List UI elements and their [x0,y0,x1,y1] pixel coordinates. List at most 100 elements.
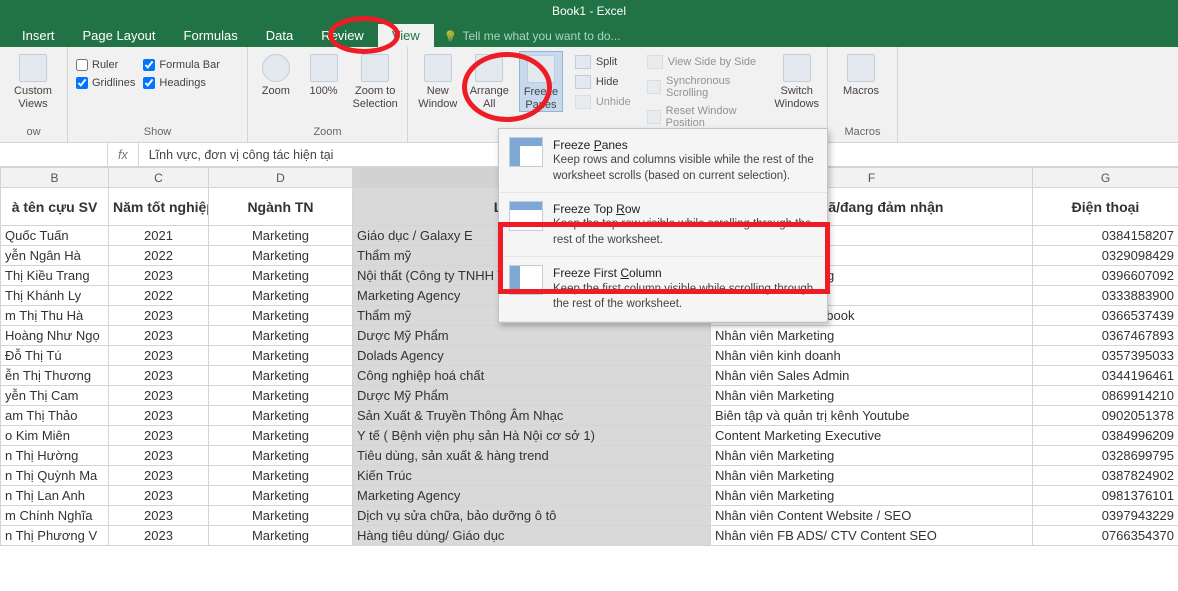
cell[interactable]: Marketing [209,426,353,446]
cell[interactable]: Marketing [209,386,353,406]
tell-me-search[interactable]: Tell me what you want to do... [434,25,631,47]
cell[interactable]: 0981376101 [1033,486,1178,506]
cell[interactable]: 0328699795 [1033,446,1178,466]
cell[interactable]: m Thị Thu Hà [1,306,109,326]
cell[interactable]: Hàng tiêu dùng/ Giáo dục [353,526,711,546]
cell[interactable]: Nhân viên FB ADS/ CTV Content SEO [711,526,1033,546]
cell[interactable]: 0387824902 [1033,466,1178,486]
cell[interactable]: 0329098429 [1033,246,1178,266]
cell[interactable]: Kiến Trúc [353,466,711,486]
cell[interactable]: 0357395033 [1033,346,1178,366]
col-header-B[interactable]: B [1,168,109,188]
cell[interactable]: 2023 [109,386,209,406]
cell[interactable]: am Thị Thảo [1,406,109,426]
cell[interactable]: m Chính Nghĩa [1,506,109,526]
cell[interactable]: Thị Khánh Ly [1,286,109,306]
cell[interactable]: Marketing [209,226,353,246]
cell[interactable]: Dược Mỹ Phẩm [353,326,711,346]
freeze-panes-button[interactable]: Freeze Panes [519,51,563,112]
checkbox-ruler[interactable]: Ruler [76,59,135,71]
cell[interactable]: 2023 [109,526,209,546]
cell[interactable]: Nhân viên Content Website / SEO [711,506,1033,526]
cell[interactable]: Marketing [209,526,353,546]
cell[interactable]: Nhân viên Marketing [711,486,1033,506]
cell[interactable]: Dịch vụ sửa chữa, bảo dưỡng ô tô [353,506,711,526]
cell[interactable]: Marketing [209,446,353,466]
cell[interactable]: n Thị Hường [1,446,109,466]
cell[interactable]: Tiêu dùng, sản xuất & hàng trend [353,446,711,466]
cell[interactable]: 0384996209 [1033,426,1178,446]
cell[interactable]: n Thị Lan Anh [1,486,109,506]
freeze-panes-option[interactable]: Freeze Panes Keep rows and columns visib… [499,129,827,193]
checkbox-gridlines[interactable]: Gridlines [76,77,135,89]
cell[interactable]: Nhân viên Marketing [711,386,1033,406]
reset-window-button[interactable]: Reset Window Position [643,103,767,131]
unhide-button[interactable]: Unhide [571,93,635,111]
cell[interactable]: 2021 [109,226,209,246]
header-phone[interactable]: Điện thoại [1033,188,1178,226]
cell[interactable]: 0366537439 [1033,306,1178,326]
cell[interactable]: n Thị Quỳnh Ma [1,466,109,486]
cell[interactable]: Đỗ Thị Tú [1,346,109,366]
cell[interactable]: yễn Ngân Hà [1,246,109,266]
tab-formulas[interactable]: Formulas [170,24,252,47]
cell[interactable]: 2023 [109,506,209,526]
cell[interactable]: 0344196461 [1033,366,1178,386]
cell[interactable]: Marketing [209,366,353,386]
cell[interactable]: Dược Mỹ Phẩm [353,386,711,406]
cell[interactable]: 2023 [109,426,209,446]
cell[interactable]: 0869914210 [1033,386,1178,406]
cell[interactable]: o Kim Miên [1,426,109,446]
cell[interactable]: Marketing [209,406,353,426]
cell[interactable]: Content Marketing Executive [711,426,1033,446]
checkbox-headings[interactable]: Headings [143,77,220,89]
cell[interactable]: 0902051378 [1033,406,1178,426]
arrange-all-button[interactable]: Arrange All [468,51,512,110]
header-grad-year[interactable]: Năm tốt nghiệp [109,188,209,226]
cell[interactable]: yễn Thị Cam [1,386,109,406]
cell[interactable]: Marketing [209,246,353,266]
switch-windows-button[interactable]: Switch Windows [774,51,819,110]
cell[interactable]: 2023 [109,466,209,486]
cell[interactable]: Marketing [209,286,353,306]
fx-icon[interactable]: fx [108,143,139,166]
tab-page-layout[interactable]: Page Layout [69,24,170,47]
macros-button[interactable]: Macros [836,51,886,98]
col-header-C[interactable]: C [109,168,209,188]
checkbox-formula-bar[interactable]: Formula Bar [143,59,220,71]
cell[interactable]: Dolads Agency [353,346,711,366]
zoom-button[interactable]: Zoom [256,51,296,98]
cell[interactable]: Sản Xuất & Truyền Thông Âm Nhạc [353,406,711,426]
cell[interactable]: 2022 [109,246,209,266]
cell[interactable]: 0396607092 [1033,266,1178,286]
hide-button[interactable]: Hide [571,73,635,91]
custom-views-button[interactable]: Custom Views [8,51,58,110]
sync-scrolling-button[interactable]: Synchronous Scrolling [643,73,767,101]
cell[interactable]: Nhân viên Marketing [711,446,1033,466]
cell[interactable]: Biên tập và quản trị kênh Youtube [711,406,1033,426]
split-button[interactable]: Split [571,53,635,71]
tab-view[interactable]: View [378,24,434,47]
col-header-G[interactable]: G [1033,168,1178,188]
cell[interactable]: Hoàng Như Ngọ [1,326,109,346]
cell[interactable]: Marketing [209,326,353,346]
cell[interactable]: Marketing [209,346,353,366]
tab-insert[interactable]: Insert [8,24,69,47]
view-side-by-side-button[interactable]: View Side by Side [643,53,767,71]
cell[interactable]: 0384158207 [1033,226,1178,246]
cell[interactable]: 0766354370 [1033,526,1178,546]
cell[interactable]: Thị Kiều Trang [1,266,109,286]
cell[interactable]: n Thị Phương V [1,526,109,546]
cell[interactable]: Quốc Tuấn [1,226,109,246]
cell[interactable]: Nhân viên Marketing [711,326,1033,346]
cell[interactable]: Nhân viên Sales Admin [711,366,1033,386]
header-major[interactable]: Ngành TN [209,188,353,226]
cell[interactable]: Marketing [209,466,353,486]
cell[interactable]: ễn Thị Thương [1,366,109,386]
cell[interactable]: 2023 [109,406,209,426]
formula-bar-value[interactable]: Lĩnh vực, đơn vị công tác hiện tại [139,148,344,162]
zoom-100-button[interactable]: 100% [304,51,344,98]
cell[interactable]: Marketing [209,306,353,326]
cell[interactable]: 0333883900 [1033,286,1178,306]
zoom-to-selection-button[interactable]: Zoom to Selection [351,51,399,110]
